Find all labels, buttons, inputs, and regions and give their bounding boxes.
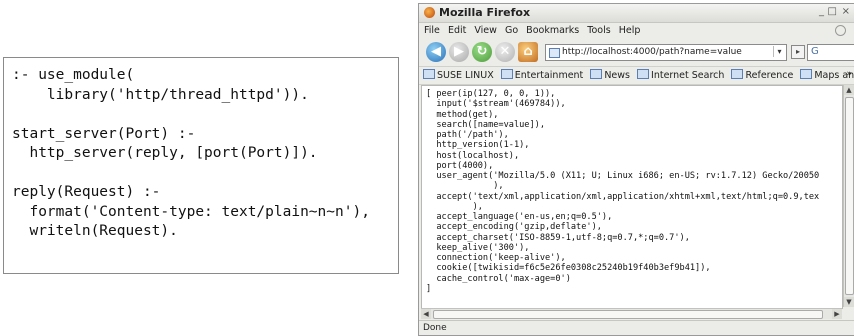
- folder-icon: [637, 69, 650, 79]
- firefox-logo-icon: [424, 7, 435, 18]
- scroll-right-arrow-icon[interactable]: ▶: [832, 309, 842, 319]
- vertical-scroll-thumb[interactable]: [845, 97, 854, 295]
- status-bar: Done: [419, 320, 854, 335]
- folder-icon: [423, 69, 435, 79]
- bookmark-internet-search[interactable]: Internet Search: [637, 69, 724, 81]
- reload-icon: ↻: [476, 44, 488, 59]
- menu-tools[interactable]: Tools: [587, 25, 610, 36]
- menu-bookmarks[interactable]: Bookmarks: [526, 25, 579, 36]
- bookmarks-toolbar: SUSE LINUX Entertainment News Internet S…: [419, 66, 854, 85]
- folder-icon: [500, 69, 513, 79]
- maximize-button[interactable]: □: [828, 6, 837, 17]
- forward-arrow-icon: ▶: [454, 44, 464, 59]
- menu-bar: File Edit View Go Bookmarks Tools Help: [419, 23, 854, 39]
- bookmark-reference[interactable]: Reference: [731, 69, 793, 81]
- title-bar[interactable]: Mozilla Firefox _ □ ×: [419, 4, 854, 23]
- navigation-toolbar: ◀ ▶ ↻ ✕ ⌂ ▾ ▸ G: [419, 39, 854, 65]
- status-text: Done: [423, 323, 447, 333]
- folder-icon: [590, 69, 603, 79]
- page-content: [ peer(ip(127, 0, 0, 1)), input('$stream…: [421, 85, 843, 309]
- scroll-up-arrow-icon[interactable]: ▲: [844, 85, 854, 95]
- request-output-text: [ peer(ip(127, 0, 0, 1)), input('$stream…: [426, 89, 820, 294]
- stop-button[interactable]: ✕: [495, 42, 515, 62]
- folder-icon: [731, 69, 744, 79]
- scroll-down-arrow-icon[interactable]: ▼: [844, 297, 854, 307]
- menu-edit[interactable]: Edit: [448, 25, 466, 36]
- window-title: Mozilla Firefox: [439, 6, 531, 19]
- search-box[interactable]: G: [807, 44, 854, 61]
- menu-go[interactable]: Go: [505, 25, 518, 36]
- throbber-icon: [835, 25, 846, 36]
- url-dropdown-icon[interactable]: ▾: [773, 46, 785, 57]
- stop-icon: ✕: [499, 44, 511, 59]
- minimize-button[interactable]: _: [819, 6, 824, 17]
- back-arrow-icon: ◀: [431, 44, 441, 59]
- reload-button[interactable]: ↻: [472, 42, 492, 62]
- scroll-left-arrow-icon[interactable]: ◀: [421, 309, 431, 319]
- url-input[interactable]: [562, 45, 762, 59]
- vertical-scrollbar[interactable]: ▲ ▼: [843, 85, 854, 307]
- forward-button[interactable]: ▶: [449, 42, 469, 62]
- home-icon: ⌂: [523, 44, 533, 59]
- menu-view[interactable]: View: [474, 25, 497, 36]
- folder-icon: [800, 69, 813, 79]
- prolog-source-code: :- use_module( library('http/thread_http…: [12, 67, 370, 239]
- horizontal-scrollbar[interactable]: ◀ ▶: [421, 308, 842, 319]
- address-bar[interactable]: ▾: [545, 44, 787, 61]
- firefox-window: Mozilla Firefox _ □ × File Edit View Go …: [418, 3, 854, 336]
- bookmarks-overflow-button[interactable]: »: [846, 69, 852, 79]
- bookmark-entertainment[interactable]: Entertainment: [500, 69, 583, 81]
- search-engine-icon[interactable]: G: [811, 46, 819, 57]
- menu-file[interactable]: File: [424, 25, 440, 36]
- prolog-code-panel: :- use_module( library('http/thread_http…: [3, 57, 399, 274]
- page-icon: [549, 48, 560, 58]
- bookmark-news[interactable]: News: [590, 69, 630, 81]
- horizontal-scroll-thumb[interactable]: [433, 310, 823, 319]
- bookmark-suse-linux[interactable]: SUSE LINUX: [423, 69, 494, 81]
- close-button[interactable]: ×: [842, 6, 850, 17]
- menu-help[interactable]: Help: [619, 25, 641, 36]
- go-button[interactable]: ▸: [791, 45, 805, 59]
- back-button[interactable]: ◀: [426, 42, 446, 62]
- home-button[interactable]: ⌂: [518, 42, 538, 62]
